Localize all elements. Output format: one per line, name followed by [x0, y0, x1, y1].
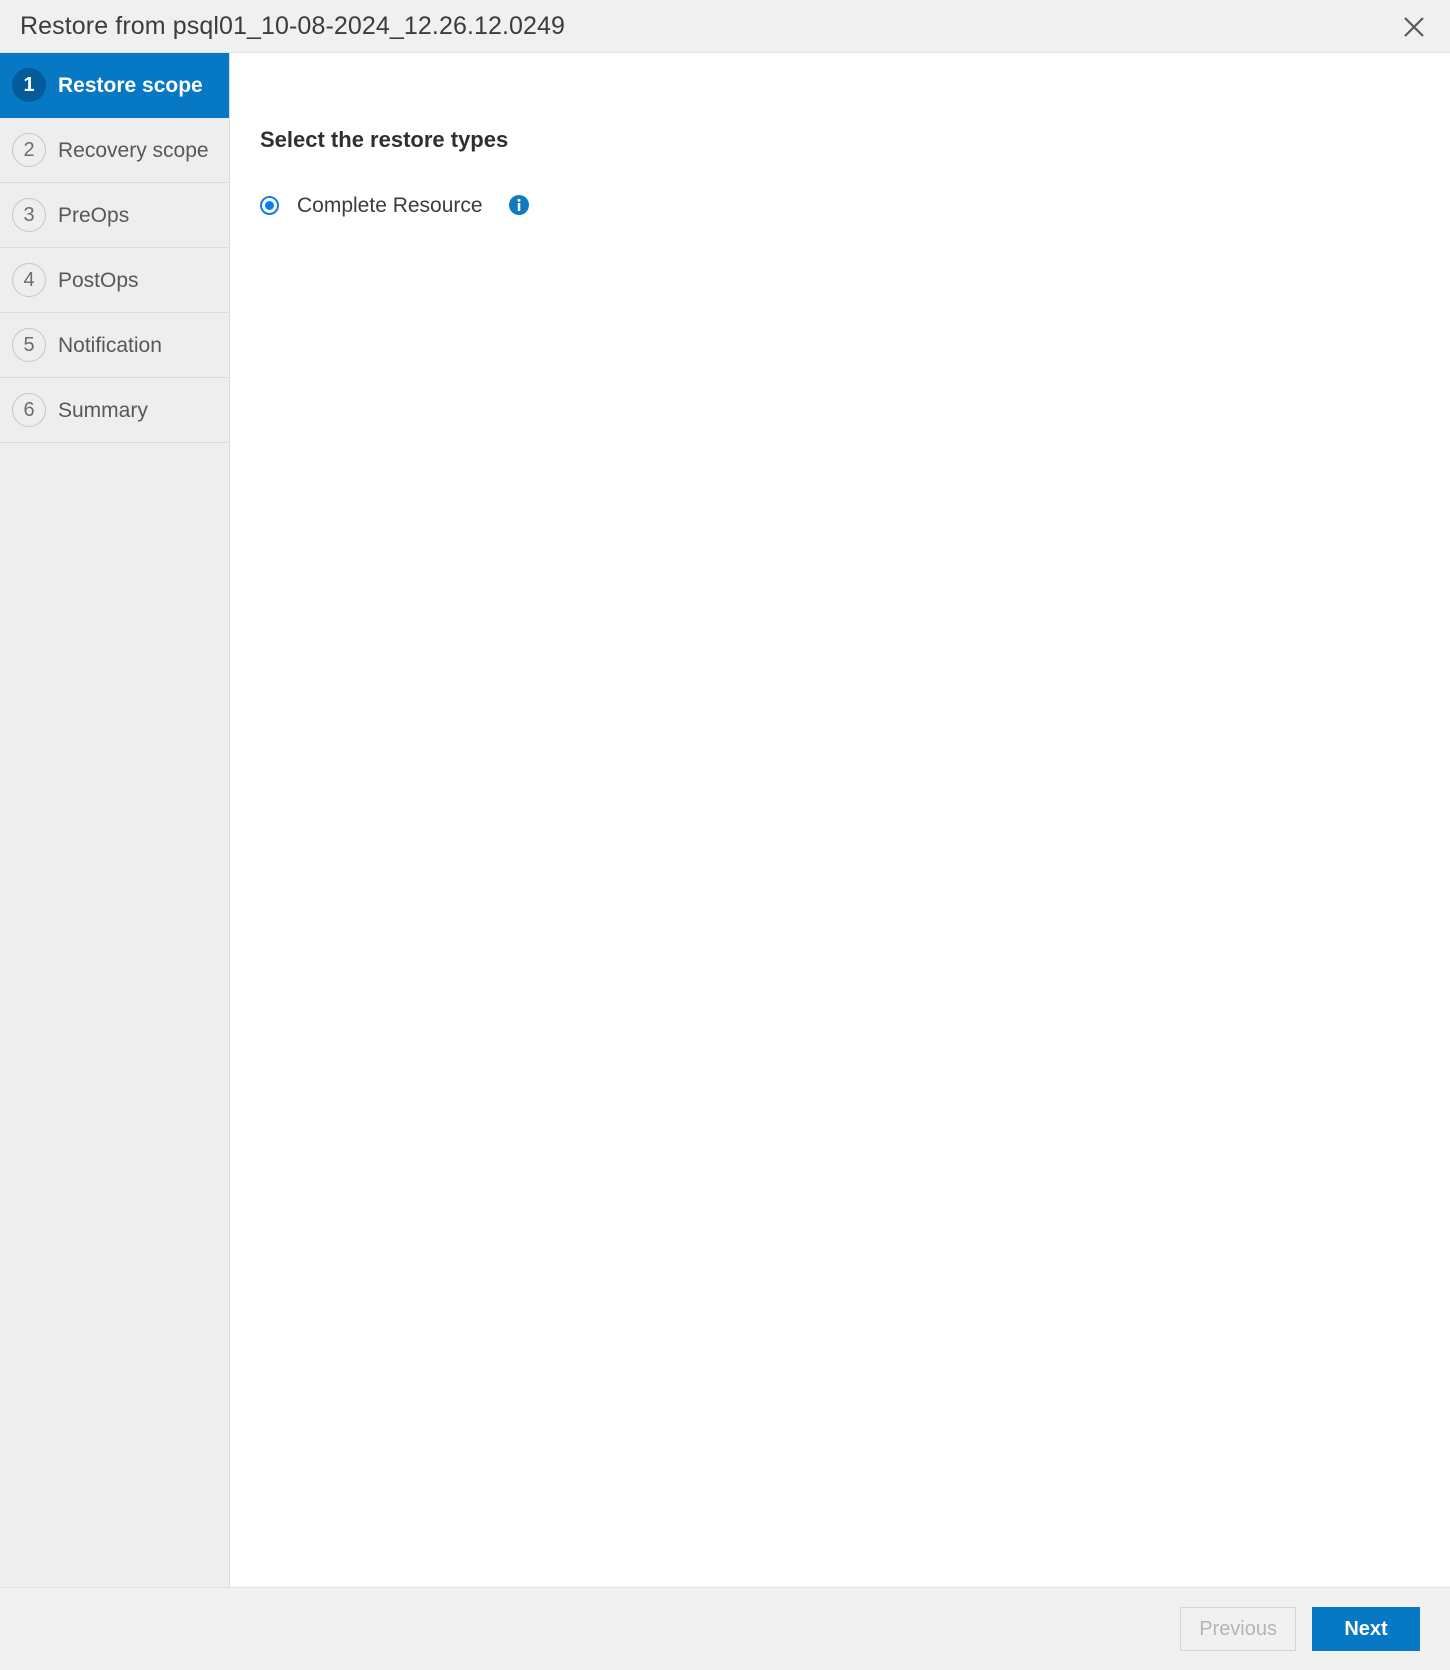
dialog-footer: Previous Next — [0, 1587, 1450, 1670]
sidebar-item-preops[interactable]: 3 PreOps — [0, 183, 229, 248]
sidebar-item-summary[interactable]: 6 Summary — [0, 378, 229, 443]
step-number-badge: 4 — [12, 263, 46, 297]
sidebar-item-recovery-scope[interactable]: 2 Recovery scope — [0, 118, 229, 183]
radio-complete-resource-label[interactable]: Complete Resource — [279, 195, 483, 216]
next-button[interactable]: Next — [1312, 1607, 1420, 1651]
sidebar-item-restore-scope[interactable]: 1 Restore scope — [0, 53, 229, 118]
page-title: Select the restore types — [260, 127, 509, 152]
restore-scope-panel: Select the restore types Complete Resour… — [230, 53, 1450, 1587]
sidebar-item-label: Summary — [58, 398, 148, 422]
step-number-badge: 6 — [12, 393, 46, 427]
wizard-step-sidebar: 1 Restore scope 2 Recovery scope 3 PreOp… — [0, 53, 230, 1587]
close-button[interactable] — [1390, 0, 1438, 53]
previous-button[interactable]: Previous — [1180, 1607, 1296, 1651]
step-number-badge: 3 — [12, 198, 46, 232]
dialog-title: Restore from psql01_10-08-2024_12.26.12.… — [20, 11, 566, 40]
sidebar-filler — [0, 443, 229, 1587]
sidebar-item-postops[interactable]: 4 PostOps — [0, 248, 229, 313]
radio-complete-resource[interactable] — [260, 195, 279, 215]
info-icon[interactable] — [508, 194, 530, 216]
sidebar-item-notification[interactable]: 5 Notification — [0, 313, 229, 378]
step-number-badge: 2 — [12, 133, 46, 167]
step-number-badge: 1 — [12, 68, 46, 102]
close-icon — [1401, 14, 1427, 40]
sidebar-item-label: Recovery scope — [58, 138, 209, 162]
sidebar-item-label: Restore scope — [58, 73, 203, 97]
dialog-body: 1 Restore scope 2 Recovery scope 3 PreOp… — [0, 53, 1450, 1587]
dialog-titlebar: Restore from psql01_10-08-2024_12.26.12.… — [0, 0, 1450, 53]
restore-wizard-dialog: Restore from psql01_10-08-2024_12.26.12.… — [0, 0, 1450, 1670]
step-number-badge: 5 — [12, 328, 46, 362]
restore-type-option-row: Complete Resource — [260, 194, 1450, 216]
sidebar-item-label: PreOps — [58, 203, 130, 227]
sidebar-item-label: PostOps — [58, 268, 139, 292]
sidebar-item-label: Notification — [58, 333, 162, 357]
